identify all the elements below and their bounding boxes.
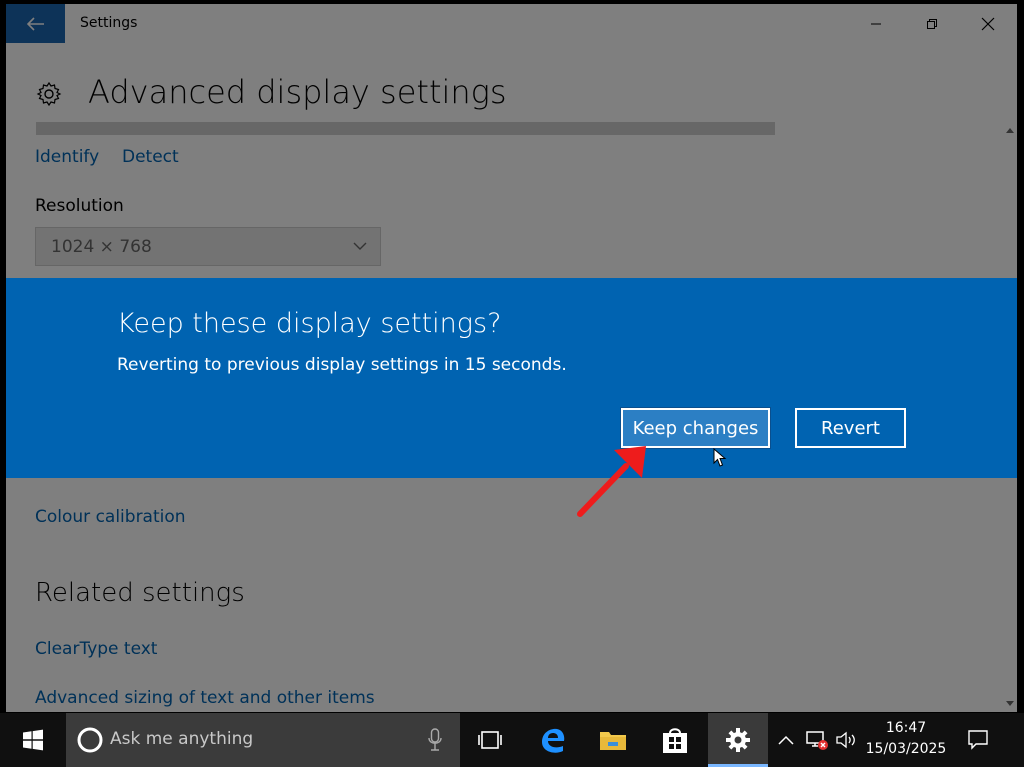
cortana-icon [77,727,103,753]
microphone-icon[interactable] [428,728,442,752]
search-placeholder: Ask me anything [110,729,254,749]
store-button[interactable] [648,713,702,767]
task-view-icon [478,731,502,749]
clock-date: 15/03/2025 [865,741,947,757]
file-explorer-button[interactable] [586,713,640,767]
windows-logo-icon [23,729,43,751]
show-hidden-icons-button[interactable] [774,713,798,767]
dialog-title: Keep these display settings? [117,308,502,339]
edge-button[interactable] [526,713,580,767]
settings-taskbar-button[interactable] [708,713,768,767]
chevron-up-icon [778,735,794,745]
edge-icon [542,728,565,753]
revert-button[interactable]: Revert [795,408,906,448]
notification-icon [968,730,988,750]
cortana-search-box[interactable]: Ask me anything [66,713,460,767]
network-button[interactable] [802,713,832,767]
volume-icon [836,731,855,749]
taskbar: Ask me anything 16:47 15/03/2025 [0,713,1024,767]
task-view-button[interactable] [464,713,516,767]
volume-button[interactable] [834,713,860,767]
clock[interactable]: 16:47 15/03/2025 [864,718,948,760]
file-explorer-icon [600,732,626,750]
clock-time: 16:47 [885,720,927,736]
store-icon [663,728,687,753]
keep-display-settings-dialog: Keep these display settings? Reverting t… [6,278,1017,478]
action-center-button[interactable] [958,713,998,767]
settings-icon [726,728,750,752]
network-disconnected-icon [806,731,828,750]
annotation-arrow-icon [577,446,646,517]
start-button[interactable] [0,713,66,767]
dialog-message: Reverting to previous display settings i… [117,355,567,375]
mouse-cursor-icon [713,448,727,467]
